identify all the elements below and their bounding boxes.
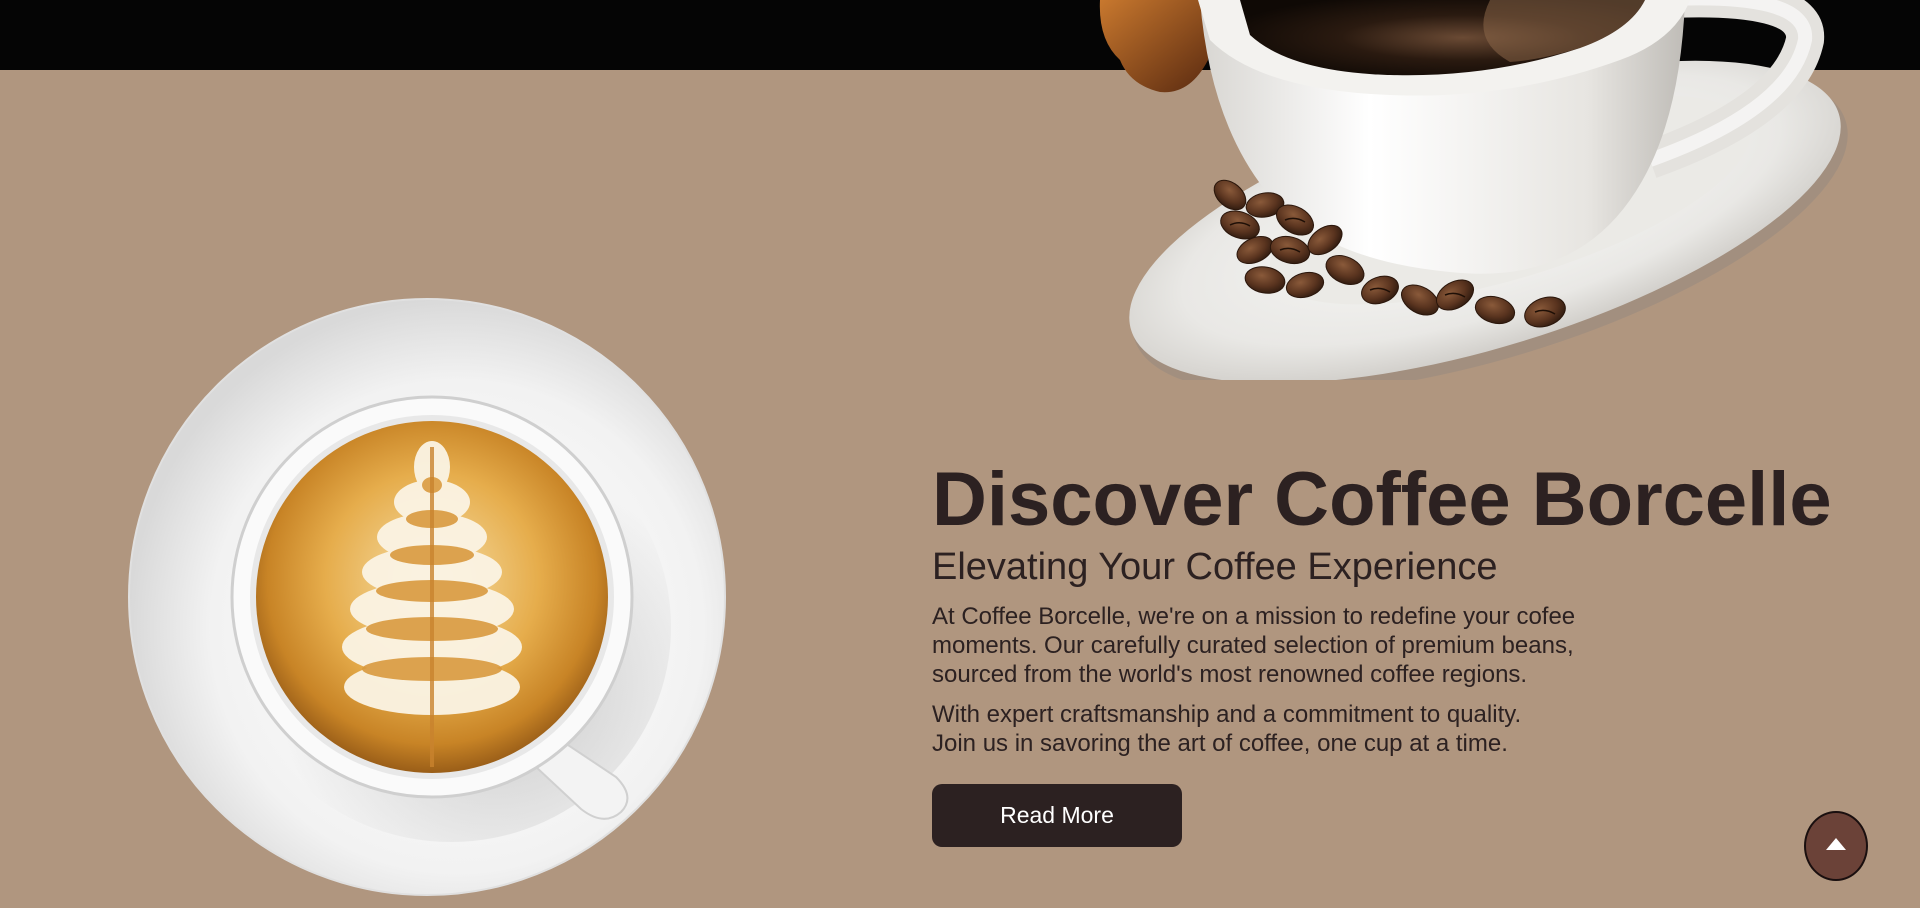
hero-paragraph-1: At Coffee Borcelle, we're on a mission t… (932, 602, 1632, 689)
paragraph-1-line-2: moments. Our carefully curated selection… (932, 632, 1574, 659)
hero-title: Discover Coffee Borcelle (932, 457, 1832, 542)
coffee-cup-image (1099, 0, 1848, 380)
paragraph-1-line-3: sourced from the world's most renowned c… (932, 661, 1528, 688)
paragraph-2-line-1: With expert craftsmanship and a commitme… (932, 701, 1522, 728)
read-more-button[interactable]: Read More (932, 784, 1182, 847)
paragraph-1-line-1: At Coffee Borcelle, we're on a mission t… (932, 603, 1576, 630)
arrow-up-icon (1826, 838, 1846, 850)
page: Discover Coffee Borcelle Elevating Your … (0, 0, 1920, 908)
hero-subtitle: Elevating Your Coffee Experience (932, 546, 1498, 588)
hero-paragraph-2: With expert craftsmanship and a commitme… (932, 700, 1632, 758)
paragraph-2-line-2: Join us in savoring the art of coffee, o… (932, 730, 1508, 757)
scroll-to-top-button[interactable] (1804, 811, 1868, 881)
hero-content: Discover Coffee Borcelle Elevating Your … (932, 456, 1852, 847)
latte-cup-image (128, 298, 726, 896)
